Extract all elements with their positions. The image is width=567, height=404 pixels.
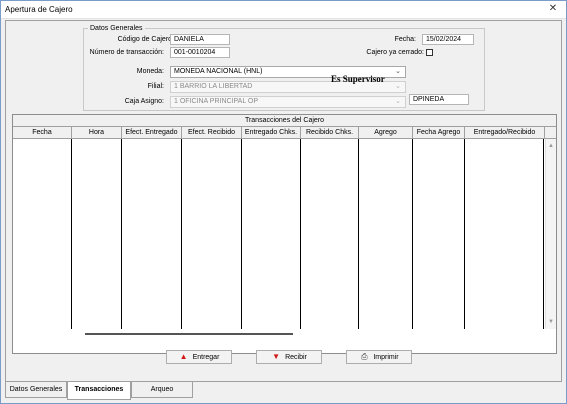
column-header-efect-recibido[interactable]: Efect. Recibido [182,127,242,138]
column-divider [300,139,301,329]
codigo-cajero-field[interactable]: DANIELA [170,34,230,45]
caja-asigno-select[interactable]: 1 OFICINA PRINCIPAL OP ⌄ [170,96,406,108]
title-bar: Apertura de Cajero ✕ [1,1,566,19]
filial-value: 1 BARRIO LA LIBERTAD [174,83,253,90]
column-header-agrego[interactable]: Agrego [359,127,413,138]
tab-arqueo[interactable]: Arqueo [131,382,193,398]
column-header-recibido-chks[interactable]: Recibido Chks. [301,127,359,138]
chevron-down-icon: ⌄ [395,68,401,75]
column-header-entregado-recibido[interactable]: Entregado/Recibido [465,127,545,138]
scroll-up-icon[interactable]: ▲ [546,141,556,151]
supervisor-label: Es Supervisor [331,74,385,84]
cajero-cerrado-checkbox[interactable] [426,49,433,56]
fecha-label: Fecha: [394,36,416,43]
horizontal-scroll-thumb[interactable] [85,333,293,335]
moneda-value: MONEDA NACIONAL (HNL) [174,68,263,75]
moneda-label: Moneda: [136,68,164,75]
column-divider [181,139,182,329]
close-button[interactable]: ✕ [546,2,560,16]
column-header-efect-entregado[interactable]: Efect. Entregado [122,127,182,138]
numero-transaccion-field[interactable]: 001-0010204 [170,47,230,58]
tab-transacciones[interactable]: Transacciones [67,382,131,400]
caja-asigno-label: Caja Asigno: [124,98,164,105]
numero-transaccion-label: Número de transacción: [89,49,164,56]
cajero-cerrado-label: Cajero ya cerrado: [366,49,424,56]
entregar-label: Entregar [192,354,220,361]
window-title: Apertura de Cajero [5,5,73,14]
supervisor-field[interactable]: DPINEDA [409,94,469,105]
grid-caption: Transacciones del Cajero [13,115,556,127]
filial-label: Filial: [147,83,164,90]
column-header-entregado-chks[interactable]: Entregado Chks. [242,127,301,138]
column-header-fecha-agrego[interactable]: Fecha Agrego [413,127,465,138]
tab-strip: Datos Generales Transacciones Arqueo [5,382,562,400]
group-legend: Datos Generales [90,25,143,32]
recibir-label: Recibir [285,354,307,361]
transacciones-grid[interactable]: Transacciones del Cajero Fecha Hora Efec… [12,114,557,354]
vertical-scrollbar[interactable]: ▲ ▼ [545,139,556,329]
column-header-hora[interactable]: Hora [72,127,122,138]
fecha-field[interactable]: 15/02/2024 [422,34,474,45]
scroll-down-icon[interactable]: ▼ [546,317,556,327]
column-divider [358,139,359,329]
column-divider [121,139,122,329]
column-divider [241,139,242,329]
recibir-button[interactable]: ▼ Recibir [256,350,322,364]
client-area: Datos Generales Código de Cajero: DANIEL… [5,20,562,382]
entregar-button[interactable]: ▲ Entregar [166,350,232,364]
grid-header: Fecha Hora Efect. Entregado Efect. Recib… [13,127,556,139]
column-divider [412,139,413,329]
up-arrow-icon: ▲ [179,352,188,361]
column-divider [543,139,544,329]
printer-icon: ⎙ [361,352,368,361]
imprimir-label: Imprimir [373,354,399,361]
horizontal-scrollbar[interactable] [81,329,543,341]
imprimir-button[interactable]: ⎙ Imprimir [346,350,412,364]
column-header-fecha[interactable]: Fecha [13,127,72,138]
down-arrow-icon: ▼ [272,352,281,361]
chevron-down-icon: ⌄ [395,98,401,105]
column-divider [71,139,72,329]
tab-datos-generales[interactable]: Datos Generales [5,382,67,398]
apertura-cajero-window: Apertura de Cajero ✕ Datos Generales Cód… [0,0,567,404]
codigo-cajero-label: Código de Cajero: [117,36,174,43]
column-divider [464,139,465,329]
caja-asigno-value: 1 OFICINA PRINCIPAL OP [174,98,259,105]
chevron-down-icon: ⌄ [395,83,401,90]
grid-body[interactable] [13,139,544,329]
